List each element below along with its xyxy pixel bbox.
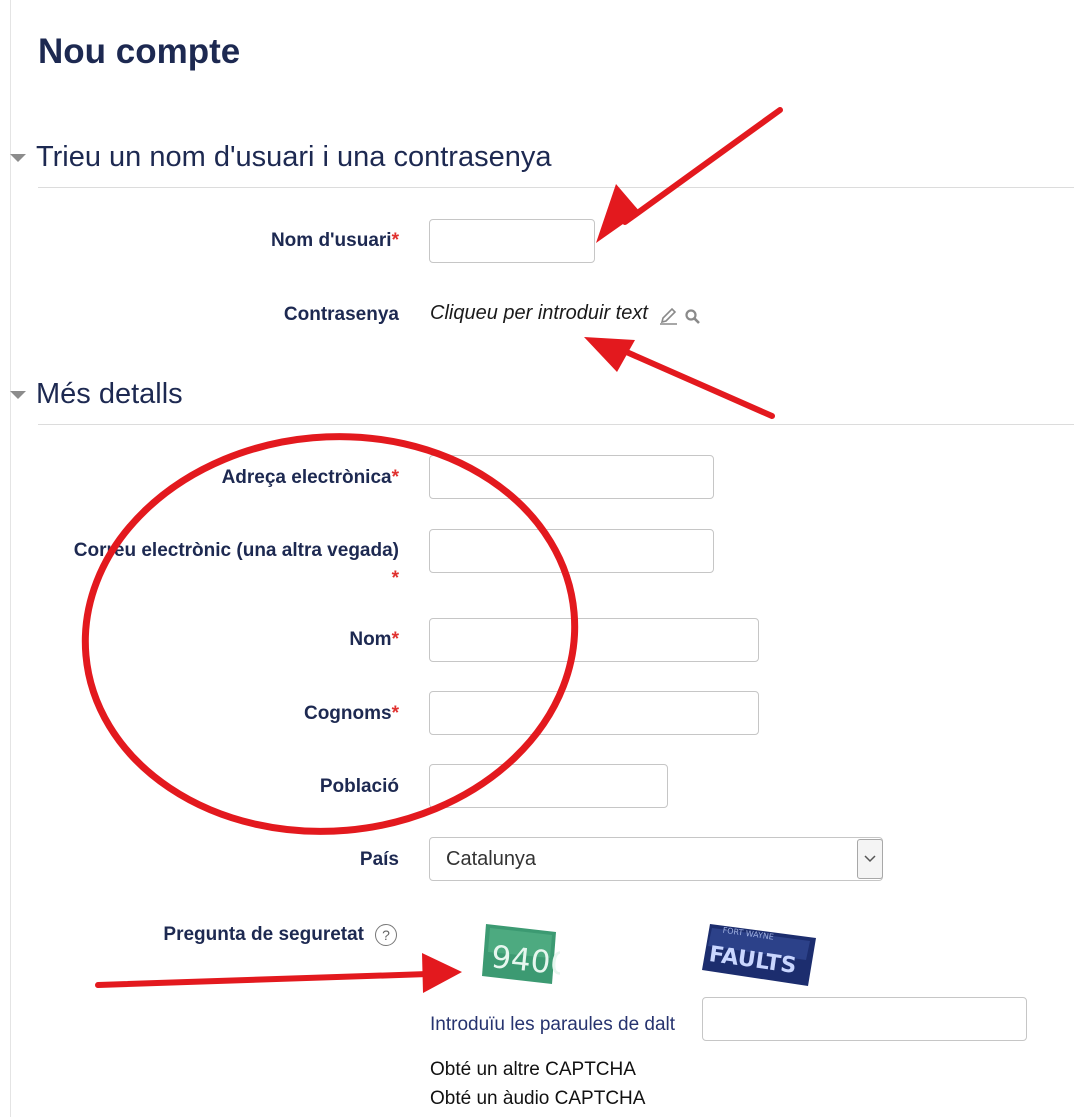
security-question-label: Pregunta de seguretat: [163, 924, 364, 945]
country-label: País: [359, 849, 399, 870]
captcha-input[interactable]: [702, 997, 1027, 1041]
required-marker: *: [391, 629, 399, 650]
collapse-caret-icon: [10, 391, 26, 399]
username-input[interactable]: [429, 219, 595, 263]
page-title: Nou compte: [38, 32, 241, 71]
email-again-input[interactable]: [429, 529, 714, 573]
section-title: Més detalls: [36, 377, 183, 410]
lastname-label: Cognoms*: [303, 703, 399, 724]
email-label: Adreça electrònica*: [221, 467, 399, 488]
password-click-to-edit[interactable]: Cliqueu per introduir text: [430, 302, 648, 325]
email-again-label: Correu electrònic (una altra vegada): [73, 540, 399, 561]
annotation-arrow-username: [622, 107, 783, 225]
annotation-arrowhead: [422, 953, 462, 993]
captcha-image-2: FORT WAYNE FAULTS: [702, 924, 816, 986]
captcha-input-label: Introduïu les paraules de dalt: [430, 1014, 676, 1035]
password-label: Contrasenya: [283, 304, 399, 325]
annotation-arrow-password: [619, 347, 775, 419]
city-input[interactable]: [429, 764, 668, 808]
captcha-image-1: 9400: [482, 924, 560, 984]
section-header-username-password[interactable]: Trieu un nom d'usuari i una contrasenya: [10, 137, 551, 177]
city-label: Població: [319, 776, 399, 797]
annotation-arrowhead: [584, 337, 635, 372]
firstname-label: Nom*: [349, 629, 399, 650]
collapse-caret-icon: [10, 154, 26, 162]
section-title: Trieu un nom d'usuari i una contrasenya: [36, 140, 552, 173]
magnifier-icon[interactable]: [684, 308, 701, 325]
email-input[interactable]: [429, 455, 714, 499]
get-another-captcha-link[interactable]: Obté un altre CAPTCHA: [430, 1059, 636, 1081]
firstname-input[interactable]: [429, 618, 759, 662]
required-marker: *: [391, 568, 399, 589]
lastname-input[interactable]: [429, 691, 759, 735]
section-header-more-details[interactable]: Més detalls: [10, 374, 183, 414]
annotation-arrow-captcha: [95, 971, 431, 988]
help-icon[interactable]: ?: [375, 924, 397, 946]
required-marker: *: [391, 230, 399, 251]
required-marker: *: [391, 703, 399, 724]
section-divider: [38, 187, 1074, 188]
country-select[interactable]: Catalunya: [429, 837, 883, 881]
get-audio-captcha-link[interactable]: Obté un àudio CAPTCHA: [430, 1088, 645, 1110]
section-divider: [38, 424, 1074, 425]
annotation-arrowhead: [596, 184, 640, 243]
pencil-icon[interactable]: [659, 307, 679, 325]
username-label: Nom d'usuari*: [270, 230, 399, 251]
required-marker: *: [391, 467, 399, 488]
chevron-down-icon: [864, 855, 876, 863]
dropdown-button[interactable]: [857, 839, 883, 879]
country-selected-value: Catalunya: [446, 847, 537, 870]
